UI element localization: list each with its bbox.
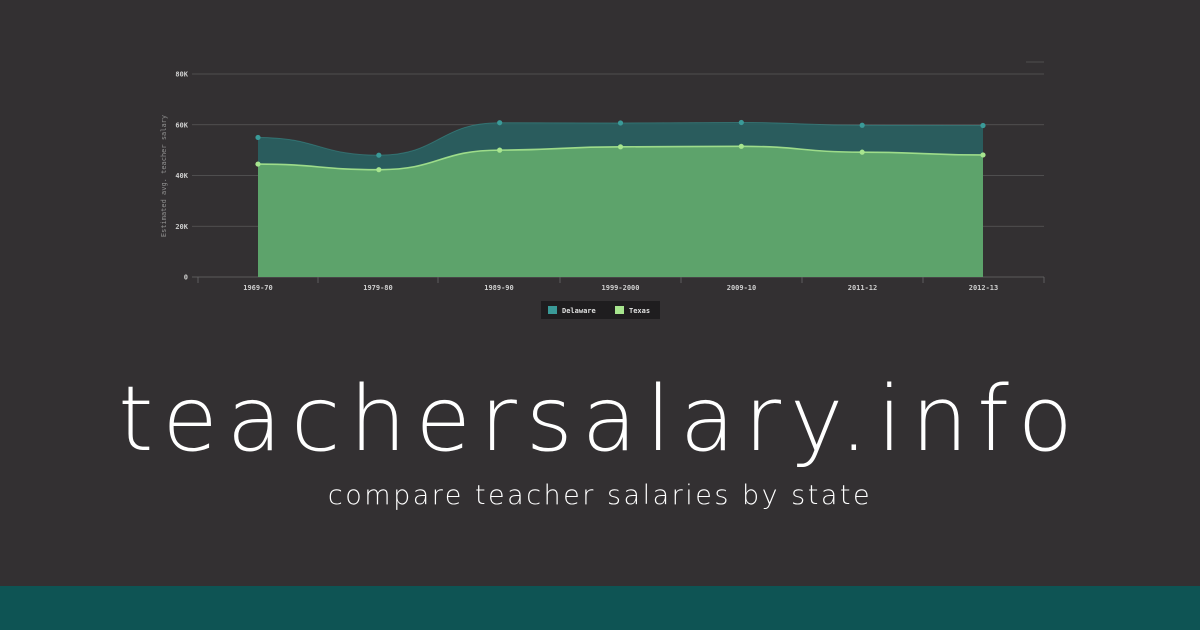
point-delaware[interactable] xyxy=(617,120,624,126)
y-tick-label: 80K xyxy=(175,71,188,79)
x-tick-label: 1979-80 xyxy=(363,284,393,292)
point-delaware[interactable] xyxy=(738,119,744,126)
salary-area-chart: 0 20K 40K 60K 80K 1969-70 1979-80 1989-90 1999-2… xyxy=(160,61,1045,319)
x-tick-label: 1989-90 xyxy=(484,284,514,292)
social-banner: 0 20K 40K 60K 80K 1969-70 1979-80 1989-90 1999-2… xyxy=(0,0,1200,630)
point-delaware[interactable] xyxy=(376,152,382,158)
point-texas[interactable] xyxy=(617,144,624,150)
point-texas[interactable] xyxy=(859,149,865,155)
x-tick-label: 2012-13 xyxy=(969,284,999,292)
point-texas[interactable] xyxy=(738,143,744,149)
point-delaware[interactable] xyxy=(255,134,261,141)
point-texas[interactable] xyxy=(980,152,986,158)
point-texas[interactable] xyxy=(255,161,261,167)
legend-label-delaware[interactable]: Delaware xyxy=(562,307,596,315)
x-tick-label: 1969-70 xyxy=(243,284,273,292)
footer-band xyxy=(0,586,1200,630)
point-texas[interactable] xyxy=(497,147,503,153)
legend-swatch-texas xyxy=(615,306,624,314)
legend-label-texas[interactable]: Texas xyxy=(629,307,650,315)
y-tick-label: 60K xyxy=(175,121,188,129)
point-delaware[interactable] xyxy=(859,122,865,128)
x-tick-label: 2011-12 xyxy=(848,284,878,292)
x-tick-label: 2009-10 xyxy=(727,284,757,292)
site-title: teachersalary.info xyxy=(118,367,1082,472)
y-tick-label: 20K xyxy=(175,223,188,231)
site-tagline: compare teacher salaries by state xyxy=(327,480,873,511)
point-texas[interactable] xyxy=(376,167,382,173)
y-tick-label: 0 xyxy=(184,274,188,282)
chart-legend[interactable]: Delaware Texas xyxy=(541,301,660,319)
y-tick-label: 40K xyxy=(175,172,188,180)
legend-swatch-delaware xyxy=(548,306,557,314)
point-delaware[interactable] xyxy=(497,120,503,126)
point-delaware[interactable] xyxy=(980,122,986,129)
x-tick-label: 1999-2000 xyxy=(602,284,640,292)
y-axis-label: Estimated avg. teacher salary xyxy=(160,115,168,237)
